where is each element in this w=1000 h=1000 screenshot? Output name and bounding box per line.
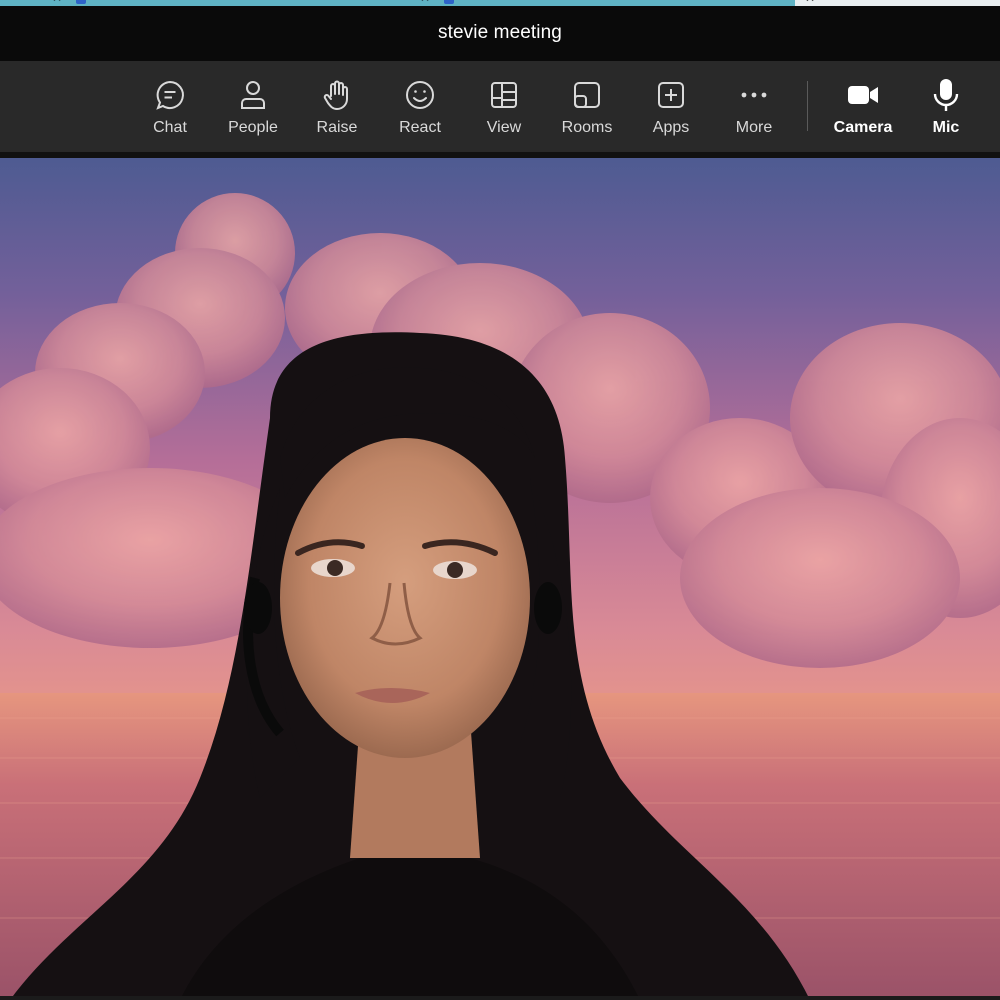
- camera-button[interactable]: Camera: [821, 61, 905, 152]
- apps-label: Apps: [652, 119, 690, 136]
- mic-icon: [929, 78, 963, 112]
- react-label: React: [399, 119, 441, 136]
- raise-label: Raise: [316, 119, 358, 136]
- chat-icon: [153, 78, 187, 112]
- grid-icon: [487, 78, 521, 112]
- rooms-icon: [570, 78, 604, 112]
- camera-icon: [846, 78, 880, 112]
- close-icon[interactable]: ✕: [805, 0, 815, 5]
- react-button[interactable]: React: [378, 61, 462, 152]
- meeting-title-bar: stevie meeting: [0, 6, 1000, 61]
- ellipsis-icon: [737, 78, 771, 112]
- people-label: People: [228, 119, 278, 136]
- camera-label: Camera: [833, 119, 893, 136]
- apps-button[interactable]: Apps: [629, 61, 713, 152]
- plus-square-icon: [654, 78, 688, 112]
- more-label: More: [735, 119, 773, 136]
- hand-icon: [320, 78, 354, 112]
- meeting-toolbar: Chat People Raise React View Rooms Apps …: [0, 61, 1000, 152]
- view-label: View: [486, 119, 522, 136]
- video-frame: [0, 193, 1000, 1000]
- close-icon[interactable]: ✕: [52, 0, 62, 5]
- rooms-label: Rooms: [561, 119, 613, 136]
- mic-label: Mic: [932, 119, 960, 136]
- rooms-button[interactable]: Rooms: [545, 61, 629, 152]
- window-bottom-edge: [0, 996, 1000, 1000]
- close-icon[interactable]: ✕: [420, 0, 430, 5]
- smiley-icon: [403, 78, 437, 112]
- more-button[interactable]: More: [712, 61, 796, 152]
- person-icon: [236, 78, 270, 112]
- raise-hand-button[interactable]: Raise: [295, 61, 379, 152]
- participant-video[interactable]: [0, 158, 1000, 1000]
- chat-label: Chat: [153, 119, 187, 136]
- tab-favicon-icon: [444, 0, 455, 4]
- chat-button[interactable]: Chat: [128, 61, 212, 152]
- view-button[interactable]: View: [462, 61, 546, 152]
- tab-favicon-icon: [76, 0, 87, 4]
- meeting-title: stevie meeting: [438, 21, 562, 43]
- toolbar-divider: [807, 81, 808, 131]
- people-button[interactable]: People: [211, 61, 295, 152]
- mic-button[interactable]: Mic: [904, 61, 988, 152]
